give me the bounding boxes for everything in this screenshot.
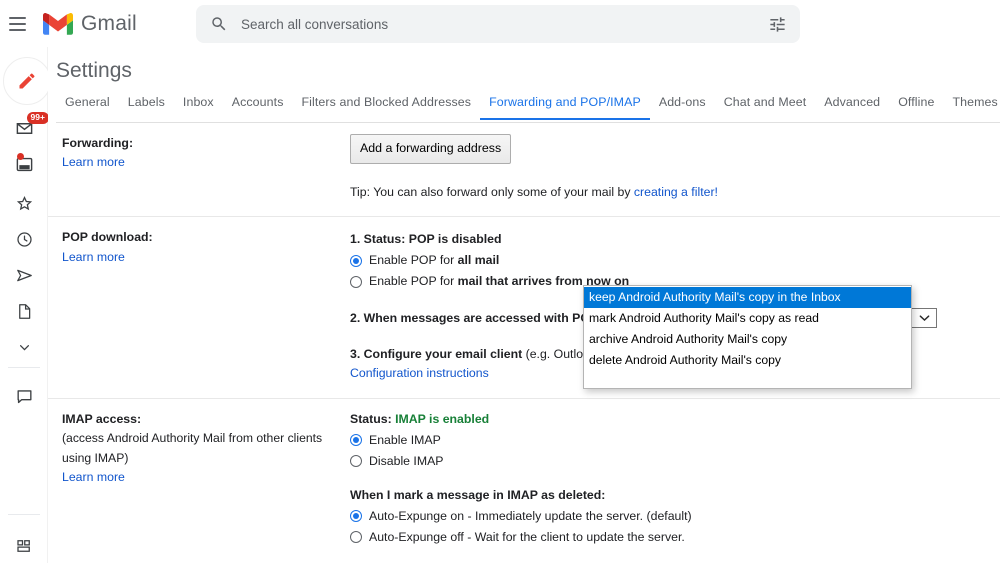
chat-activity-dot — [17, 153, 24, 160]
pop-step3-title: 3. Configure your email client — [350, 347, 522, 361]
chevron-down-icon — [919, 314, 930, 322]
tab-forwarding-and-pop-imap[interactable]: Forwarding and POP/IMAP — [480, 95, 650, 120]
imap-disable-option[interactable]: Disable IMAP — [350, 452, 988, 471]
tab-add-ons[interactable]: Add-ons — [650, 95, 715, 118]
imap-status: Status: IMAP is enabled — [350, 410, 988, 429]
imap-expunge-on-radio[interactable] — [350, 510, 362, 522]
chat-bubble-icon — [15, 387, 34, 406]
search-input[interactable] — [241, 17, 768, 32]
search-bar[interactable] — [196, 5, 800, 43]
imap-expunge-off-option[interactable]: Auto-Expunge off - Wait for the client t… — [350, 528, 988, 547]
dropdown-option-mark-as-read[interactable]: mark Android Authority Mail's copy as re… — [584, 308, 911, 329]
tab-general[interactable]: General — [56, 95, 119, 118]
rail-item-drafts[interactable] — [0, 295, 48, 327]
forwarding-tip-text: Tip: You can also forward only some of y… — [350, 185, 634, 199]
rail-item-chat-bubble[interactable] — [0, 380, 48, 412]
tab-offline[interactable]: Offline — [889, 95, 943, 118]
pop-learn-more-link[interactable]: Learn more — [62, 248, 338, 267]
dropdown-padding — [584, 372, 911, 386]
search-icon — [210, 15, 228, 33]
rail-item-snoozed[interactable] — [0, 223, 48, 255]
tab-advanced[interactable]: Advanced — [815, 95, 889, 118]
dropdown-option-delete[interactable]: delete Android Authority Mail's copy — [584, 351, 911, 372]
imap-deleted-title: When I mark a message in IMAP as deleted… — [350, 486, 988, 505]
top-app-bar: Gmail — [0, 0, 1000, 47]
settings-row-forwarding: Forwarding: Learn more Add a forwarding … — [48, 123, 1000, 216]
tab-themes[interactable]: Themes — [943, 95, 1000, 118]
imap-description: (access Android Authority Mail from othe… — [62, 429, 338, 469]
settings-tabs: General Labels Inbox Accounts Filters an… — [56, 95, 1000, 123]
forwarding-learn-more-link[interactable]: Learn more — [62, 153, 338, 172]
rail-item-inbox[interactable]: 99+ — [0, 115, 48, 147]
pop-all-mail-option[interactable]: Enable POP for all mail — [350, 251, 988, 270]
tab-filters-and-blocked-addresses[interactable]: Filters and Blocked Addresses — [293, 95, 481, 118]
rail-divider-bottom — [8, 514, 40, 515]
tab-labels[interactable]: Labels — [119, 95, 174, 118]
inbox-unread-badge: 99+ — [27, 112, 49, 124]
imap-status-prefix: Status: — [350, 412, 395, 426]
add-forwarding-address-button[interactable]: Add a forwarding address — [350, 134, 511, 164]
page-title: Settings — [56, 59, 132, 83]
imap-expunge-on-label: Auto-Expunge on - Immediately update the… — [369, 507, 692, 526]
forwarding-label: Forwarding: — [62, 134, 338, 153]
imap-label-cell: IMAP access: (access Android Authority M… — [48, 398, 350, 563]
tab-chat-and-meet[interactable]: Chat and Meet — [715, 95, 816, 118]
left-rail: 99+ — [0, 47, 48, 563]
rail-item-more[interactable] — [0, 331, 48, 363]
spaces-grid-icon — [15, 537, 33, 555]
compose-button[interactable] — [3, 57, 51, 105]
dropdown-option-keep[interactable]: keep Android Authority Mail's copy in th… — [584, 287, 911, 308]
send-paper-plane-icon — [15, 266, 34, 285]
pop-all-mail-label: Enable POP for all mail — [369, 251, 499, 270]
pop-step1-title: 1. Status: POP is disabled — [350, 230, 988, 249]
pop-label-cell: POP download: Learn more — [48, 216, 350, 397]
pop-all-mail-emphasis: all mail — [458, 253, 500, 267]
dropdown-option-archive[interactable]: archive Android Authority Mail's copy — [584, 329, 911, 350]
rail-item-sent[interactable] — [0, 259, 48, 291]
imap-content-cell: Status: IMAP is enabled Enable IMAP Disa… — [350, 398, 1000, 563]
pop-step2-title: 2. When messages are accessed with POP — [350, 309, 598, 328]
imap-enable-label: Enable IMAP — [369, 431, 441, 450]
imap-enable-option[interactable]: Enable IMAP — [350, 431, 988, 450]
tune-options-icon[interactable] — [768, 15, 787, 34]
clock-snoozed-icon — [15, 230, 34, 249]
rail-divider — [8, 367, 40, 368]
pop-action-dropdown-list[interactable]: keep Android Authority Mail's copy in th… — [583, 285, 912, 389]
imap-learn-more-link[interactable]: Learn more — [62, 468, 338, 487]
imap-disable-label: Disable IMAP — [369, 452, 444, 471]
rail-item-spaces[interactable] — [0, 530, 48, 562]
main-menu-icon[interactable] — [4, 11, 30, 37]
imap-disable-radio[interactable] — [350, 455, 362, 467]
imap-expunge-on-option[interactable]: Auto-Expunge on - Immediately update the… — [350, 507, 988, 526]
forwarding-tip: Tip: You can also forward only some of y… — [350, 183, 988, 202]
forwarding-content-cell: Add a forwarding address Tip: You can al… — [350, 123, 1000, 216]
settings-row-imap-access: IMAP access: (access Android Authority M… — [48, 398, 1000, 563]
creating-a-filter-link[interactable]: creating a filter! — [634, 185, 718, 199]
pop-label: POP download: — [62, 228, 338, 247]
imap-status-value: IMAP is enabled — [395, 412, 489, 426]
drafts-file-icon — [15, 302, 34, 321]
forwarding-label-cell: Forwarding: Learn more — [48, 123, 350, 216]
brand[interactable]: Gmail — [43, 12, 137, 36]
imap-label: IMAP access: — [62, 410, 338, 429]
pop-from-now-on-radio[interactable] — [350, 276, 362, 288]
pop-all-mail-radio[interactable] — [350, 255, 362, 267]
chevron-down-icon — [16, 339, 33, 356]
brand-label: Gmail — [81, 12, 137, 36]
tab-inbox[interactable]: Inbox — [174, 95, 223, 118]
imap-expunge-off-label: Auto-Expunge off - Wait for the client t… — [369, 528, 685, 547]
star-icon — [15, 194, 34, 213]
gmail-logo-icon — [43, 12, 73, 35]
imap-expunge-off-radio[interactable] — [350, 531, 362, 543]
imap-enable-radio[interactable] — [350, 434, 362, 446]
rail-item-starred[interactable] — [0, 187, 48, 219]
compose-pencil-icon — [17, 71, 37, 91]
tab-accounts[interactable]: Accounts — [223, 95, 293, 118]
rail-item-chat[interactable] — [0, 151, 48, 183]
